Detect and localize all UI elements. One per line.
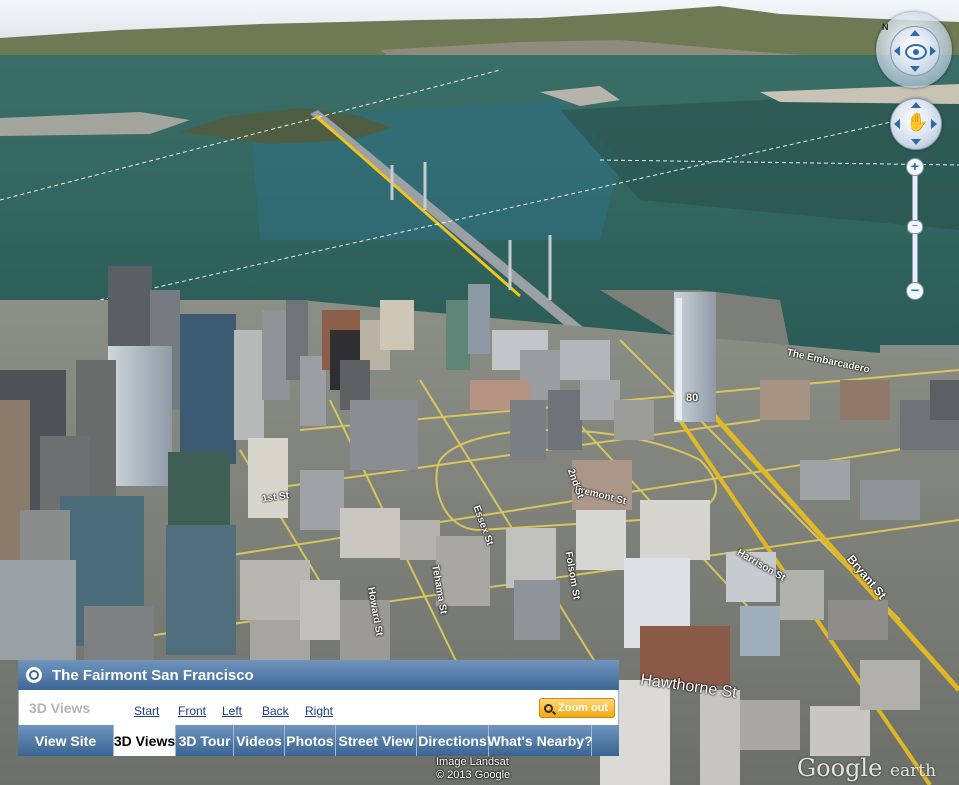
tab-3d-tour[interactable]: 3D Tour — [176, 725, 234, 756]
pan-control[interactable]: ✋ — [890, 98, 942, 150]
north-indicator[interactable]: N — [882, 22, 892, 34]
logo-google: Google — [797, 754, 883, 782]
logo-earth: earth — [889, 761, 937, 781]
tab-street-view[interactable]: Street View — [336, 725, 417, 756]
view-link-front[interactable]: Front — [178, 704, 206, 718]
place-title: The Fairmont San Francisco — [52, 666, 254, 684]
zoom-in-button[interactable]: + — [906, 158, 924, 176]
pan-right-arrow-icon[interactable] — [931, 119, 937, 129]
magnifier-icon — [544, 703, 553, 713]
look-control[interactable]: N — [876, 12, 952, 88]
look-left-arrow-icon[interactable] — [894, 46, 900, 56]
zoom-slider[interactable]: + − − — [906, 158, 924, 300]
panel-tabs: View Site 3D Views 3D Tour Videos Photos… — [18, 725, 619, 756]
look-up-arrow-icon[interactable] — [910, 30, 920, 36]
view-link-start[interactable]: Start — [134, 704, 159, 718]
view-options: 3D Views Start Front Left Back Right Zoo… — [18, 690, 619, 725]
attribution-line: Image Landsat — [436, 756, 509, 768]
tab-3d-views[interactable]: 3D Views — [114, 725, 176, 756]
view-link-left[interactable]: Left — [222, 704, 242, 718]
place-info-panel: The Fairmont San Francisco 3D Views Star… — [18, 660, 619, 756]
tab-directions[interactable]: Directions — [417, 725, 489, 756]
view-link-back[interactable]: Back — [262, 704, 289, 718]
tab-view-site[interactable]: View Site — [18, 725, 114, 756]
zoom-out-map-button[interactable]: − — [906, 282, 924, 300]
pan-down-arrow-icon[interactable] — [911, 139, 921, 145]
imagery-attribution: Image Landsat © 2013 Google — [436, 756, 510, 782]
look-joystick[interactable] — [890, 26, 940, 76]
tab-photos[interactable]: Photos — [285, 725, 336, 756]
pan-left-arrow-icon[interactable] — [894, 119, 900, 129]
look-down-arrow-icon[interactable] — [910, 66, 920, 72]
copyright-line: © 2013 Google — [436, 769, 511, 781]
zoom-slider-thumb[interactable]: − — [907, 220, 923, 234]
zoom-out-button[interactable]: Zoom out — [539, 698, 616, 718]
section-title: 3D Views — [29, 700, 91, 716]
hand-icon: ✋ — [906, 112, 929, 132]
location-pin-icon — [26, 667, 42, 683]
view-link-right[interactable]: Right — [305, 704, 333, 718]
tab-whats-nearby[interactable]: What's Nearby? — [487, 725, 593, 756]
panel-header: The Fairmont San Francisco — [18, 660, 619, 690]
zoom-out-label: Zoom out — [558, 702, 609, 714]
pan-up-arrow-icon[interactable] — [911, 102, 921, 108]
street-label-interstate: 80 — [686, 392, 699, 404]
google-earth-logo: Google earth — [797, 754, 936, 782]
tab-videos[interactable]: Videos — [234, 725, 285, 756]
eye-icon — [905, 44, 927, 60]
look-right-arrow-icon[interactable] — [930, 46, 936, 56]
